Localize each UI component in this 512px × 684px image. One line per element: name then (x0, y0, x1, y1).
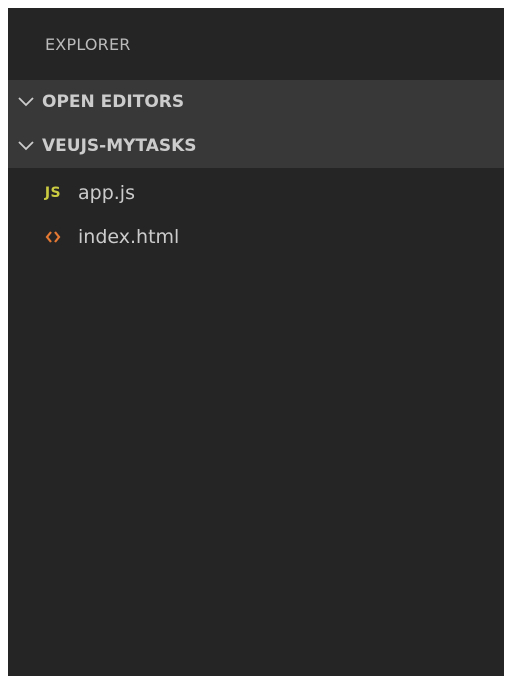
file-item-app-js[interactable]: JS app.js (8, 171, 504, 215)
html-file-icon (40, 230, 66, 244)
file-name: index.html (78, 226, 180, 248)
section-open-editors[interactable]: OPEN EDITORS (8, 80, 504, 124)
section-veujs-mytasks[interactable]: VEUJS-MYTASKS (8, 124, 504, 168)
chevron-down-icon (17, 93, 35, 111)
explorer-panel: EXPLORER OPEN EDITORS VEUJS-MYTASKS JS a… (8, 8, 504, 676)
section-label: OPEN EDITORS (42, 92, 185, 112)
file-item-index-html[interactable]: index.html (8, 215, 504, 259)
javascript-file-icon: JS (44, 185, 62, 201)
explorer-title: EXPLORER (45, 34, 131, 54)
chevron-down-icon (17, 137, 35, 155)
file-name: app.js (78, 182, 135, 204)
file-tree: JS app.js index.html (8, 168, 504, 259)
section-label: VEUJS-MYTASKS (42, 136, 197, 156)
